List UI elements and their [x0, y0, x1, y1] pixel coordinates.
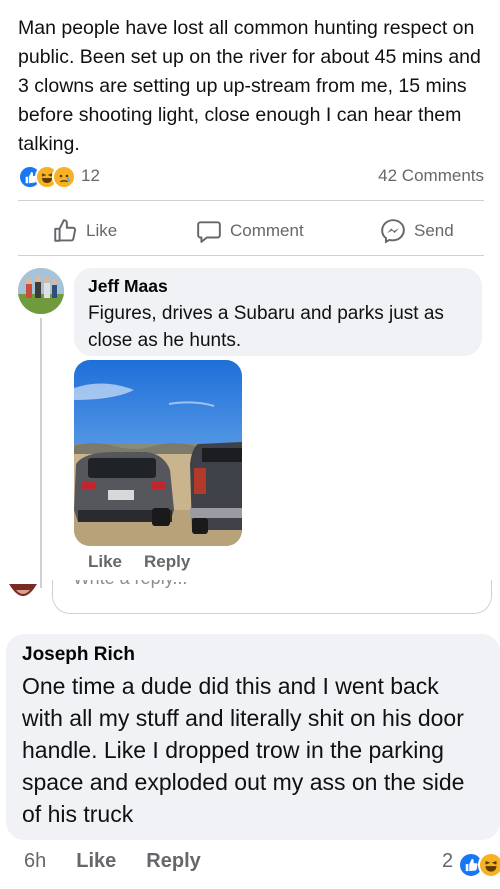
comment-actions: Like Reply	[88, 552, 190, 578]
comment-author[interactable]: Jeff Maas	[88, 276, 468, 297]
comment-like-button[interactable]: Like	[76, 850, 116, 880]
reactions-summary[interactable]: 12 42 Comments	[18, 163, 484, 191]
comment-bubble: Jeff Maas Figures, drives a Subaru and p…	[74, 268, 482, 356]
reply-input[interactable]: Write a reply...	[52, 580, 492, 614]
send-label: Send	[414, 221, 454, 240]
messenger-icon	[381, 219, 405, 244]
reply-input-placeholder: Write a reply...	[73, 580, 187, 589]
comment-timestamp: 6h	[24, 850, 47, 872]
comment-reaction-icons[interactable]	[458, 850, 500, 880]
divider	[18, 255, 484, 256]
comment-photo[interactable]	[74, 360, 242, 546]
sad-reaction-icon	[52, 165, 76, 189]
avatar[interactable]	[18, 268, 64, 314]
comment-author[interactable]: Joseph Rich	[22, 644, 484, 666]
comment-reply-button[interactable]: Reply	[144, 552, 190, 578]
send-button[interactable]: Send	[380, 208, 454, 254]
divider	[18, 200, 484, 201]
reply-thread-line	[40, 318, 42, 588]
comment-text: Figures, drives a Subaru and parks just …	[88, 303, 444, 351]
reaction-count[interactable]: 12	[81, 166, 100, 186]
comment-actions: 6h Like Reply	[24, 850, 201, 880]
comment-bubble: Joseph Rich One time a dude did this and…	[6, 634, 500, 840]
post-text: Man people have lost all common hunting …	[18, 17, 481, 155]
like-button[interactable]: Like	[52, 208, 117, 254]
comment-reply-button[interactable]: Reply	[146, 850, 200, 880]
comment-reaction-count[interactable]: 2	[442, 850, 453, 880]
comment-text: One time a dude did this and I went back…	[22, 673, 465, 827]
like-label: Like	[86, 221, 118, 240]
thumbs-up-icon	[54, 219, 77, 242]
comment-like-button[interactable]: Like	[88, 552, 122, 578]
haha-reaction-icon	[478, 852, 500, 878]
comment-button[interactable]: Comment	[196, 208, 304, 254]
user-avatar	[6, 584, 40, 604]
comment-label: Comment	[230, 221, 304, 240]
post-action-bar: Like Comment Send	[0, 208, 500, 254]
comment-icon	[197, 221, 221, 243]
comments-count[interactable]: 42 Comments	[378, 166, 484, 186]
